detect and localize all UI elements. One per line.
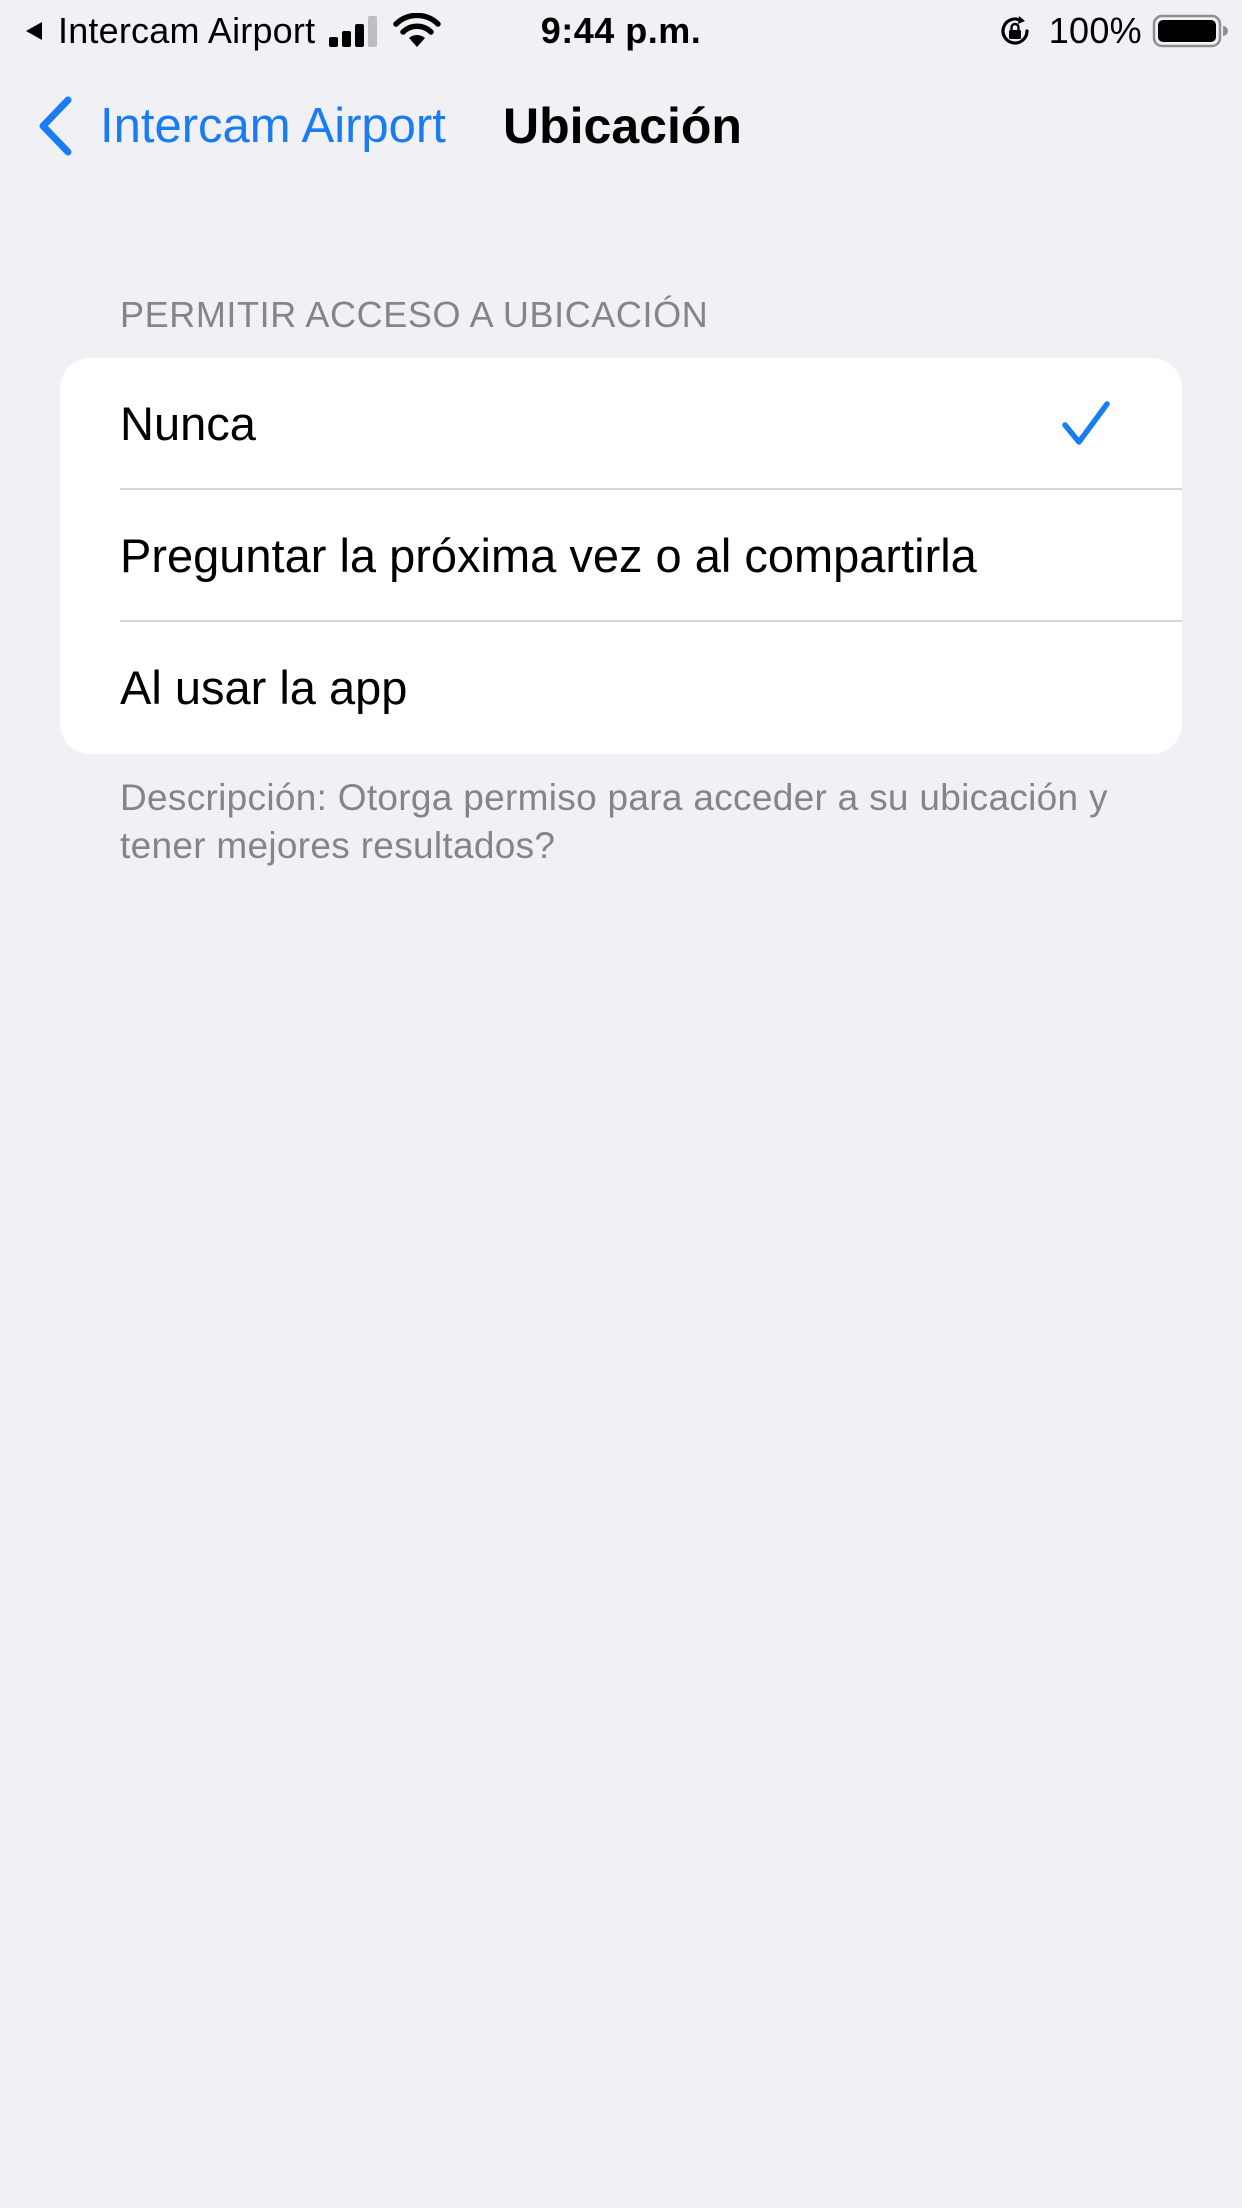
status-bar: Intercam Airport 9:44 p.m. 100% bbox=[0, 0, 1242, 62]
option-label: Nunca bbox=[120, 397, 256, 450]
status-bar-right: 100% bbox=[997, 8, 1228, 54]
location-access-options: Nunca Preguntar la próxima vez o al comp… bbox=[60, 358, 1182, 754]
section-footer-description: Descripción: Otorga permiso para acceder… bbox=[120, 777, 1108, 866]
option-label: Al usar la app bbox=[120, 661, 408, 714]
battery-fill bbox=[1158, 20, 1216, 42]
section-header: PERMITIR ACCESO A UBICACIÓN bbox=[120, 294, 709, 335]
checkmark-icon bbox=[1062, 401, 1110, 445]
option-label: Preguntar la próxima vez o al compartirl… bbox=[120, 529, 977, 582]
battery-percent: 100% bbox=[1048, 10, 1142, 51]
option-never[interactable]: Nunca bbox=[60, 358, 1182, 490]
option-while-using-app[interactable]: Al usar la app bbox=[60, 622, 1182, 754]
navigation-bar: Intercam Airport Ubicación bbox=[0, 80, 1242, 172]
battery-icon bbox=[1152, 14, 1228, 48]
rotation-lock-icon bbox=[1001, 16, 1029, 45]
back-button-label[interactable]: Intercam Airport bbox=[100, 80, 446, 172]
chevron-left-icon[interactable] bbox=[36, 95, 74, 157]
back-button[interactable]: Intercam Airport bbox=[36, 80, 446, 172]
page-title: Ubicación bbox=[503, 98, 742, 154]
option-ask-next-time[interactable]: Preguntar la próxima vez o al compartirl… bbox=[60, 490, 1182, 622]
